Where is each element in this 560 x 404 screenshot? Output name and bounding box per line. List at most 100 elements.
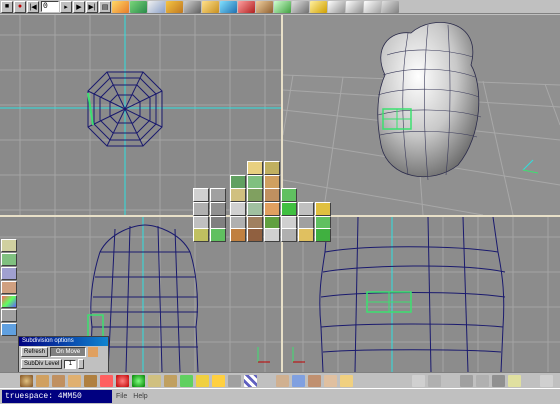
fly-icon-33[interactable] [281,228,297,242]
scene-icon[interactable] [260,375,273,387]
menu-file[interactable]: File [116,393,127,400]
object-info-icon[interactable] [1,323,17,336]
render-icon[interactable] [112,0,129,13]
cone-icon[interactable] [68,375,81,387]
frame-input[interactable]: 0 [41,1,59,12]
rotate-icon[interactable] [148,0,165,13]
cylinder-icon[interactable] [52,375,65,387]
eye-move-icon[interactable] [428,375,441,387]
subdiv-level-label: SubDiv Level [21,359,63,369]
lathe-icon[interactable] [184,0,201,13]
face-icon[interactable] [308,375,321,387]
hand-tool-icon[interactable] [340,375,353,387]
fly-icon-4[interactable] [247,175,263,189]
fly-icon-31[interactable] [247,228,263,242]
hand-icon[interactable] [88,347,99,357]
camera-view-icon[interactable] [492,375,505,387]
fly-icon-35[interactable] [315,228,331,242]
fly-icon-3[interactable] [230,175,246,189]
fly-icon-30[interactable] [230,228,246,242]
lamp-icon[interactable] [228,375,241,387]
view-front-icon[interactable] [1,267,17,280]
on-move-button[interactable]: On Move [50,347,87,357]
fly-icon-13[interactable] [210,202,226,216]
record-icon[interactable]: ● [14,0,26,13]
stop-icon[interactable]: ■ [1,0,13,13]
figure-icon[interactable] [276,375,289,387]
subdiv-level-input[interactable]: 1 [64,359,77,369]
fly-icon-15[interactable] [247,202,263,216]
subdivide-icon[interactable] [220,0,237,13]
object-library-icon[interactable] [196,375,209,387]
object-tool-icon[interactable] [256,0,273,13]
app-title[interactable]: truespace: 4MM50 [2,390,112,403]
undo-icon[interactable] [328,0,345,13]
fly-icon-8[interactable] [230,188,246,202]
fly-icon-7[interactable] [210,188,226,202]
fly-icon-9[interactable] [247,188,263,202]
palette-icon[interactable] [1,295,17,308]
redo-icon[interactable] [346,0,363,13]
grid-icon[interactable] [1,309,17,322]
view-nav-icon[interactable] [412,375,425,387]
fly-icon-34[interactable] [298,228,314,242]
bump-icon[interactable] [164,375,177,387]
view-top-icon[interactable] [1,239,17,252]
sun-icon[interactable] [212,375,225,387]
view-icon[interactable] [382,0,399,13]
pan-icon[interactable] [460,375,473,387]
sphere-icon[interactable] [20,375,33,387]
rewind-icon[interactable]: |◀ [27,0,39,13]
fly-icon-2[interactable] [264,161,280,175]
fly-icon-6[interactable] [193,188,209,202]
menu-help[interactable]: Help [133,393,147,400]
level-spinner-icon[interactable] [78,359,85,369]
fly-icon-28[interactable] [193,228,209,242]
refresh-label: Refresh [21,347,49,357]
fly-icon-19[interactable] [315,202,331,216]
light-view-icon[interactable] [508,375,521,387]
play-icon[interactable]: ▶ [73,0,85,13]
eye-icon[interactable] [364,0,381,13]
fly-icon-18[interactable] [298,202,314,216]
fly-icon-12[interactable] [193,202,209,216]
left-tool-palette [0,238,18,336]
character-icon[interactable] [324,375,337,387]
help-icon[interactable] [540,375,553,387]
camera-icon[interactable] [292,0,309,13]
sweep-icon[interactable] [202,0,219,13]
forward-icon[interactable]: ▶| [86,0,98,13]
window-icon[interactable] [524,375,537,387]
view-persp-icon[interactable] [1,281,17,294]
move-icon[interactable] [130,0,147,13]
checker-icon[interactable] [244,375,257,387]
spline-icon[interactable] [180,375,193,387]
fly-icon-16[interactable] [264,202,280,216]
texture-icon[interactable] [148,375,161,387]
world-icon[interactable] [292,375,305,387]
light-icon[interactable] [310,0,327,13]
cube-icon[interactable] [36,375,49,387]
fly-icon-32[interactable] [264,228,280,242]
view-side-icon[interactable] [1,253,17,266]
scale-icon[interactable] [166,0,183,13]
fly-icon-10[interactable] [264,188,280,202]
fly-icon-11[interactable] [281,188,297,202]
fly-icon-17[interactable] [281,202,297,216]
rotate-view-icon[interactable] [476,375,489,387]
fly-icon-14[interactable] [230,202,246,216]
fly-icon-29[interactable] [210,228,226,242]
paint-brush-icon[interactable] [100,375,113,387]
color-ball-icon[interactable] [116,375,129,387]
keyframe-icon[interactable]: ▤ [99,0,111,13]
subdivision-panel-title: Subdivision options [19,337,108,346]
torus-icon[interactable] [84,375,97,387]
step-icon[interactable]: ▸ [60,0,72,13]
zoom-icon[interactable] [444,375,457,387]
fly-icon-5[interactable] [264,175,280,189]
paint-icon[interactable] [274,0,291,13]
material-icon[interactable] [238,0,255,13]
fly-icon-1[interactable] [247,161,263,175]
menu-bar: File Help [116,393,154,400]
green-ball-icon[interactable] [132,375,145,387]
